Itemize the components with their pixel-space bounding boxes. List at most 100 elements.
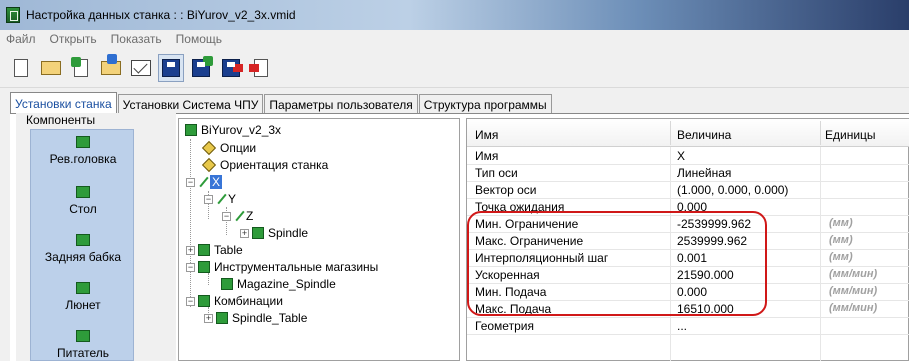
title-bar: Настройка данных станка : : BiYurov_v2_3… <box>0 0 909 30</box>
save-as-button[interactable] <box>218 54 244 82</box>
tab-program-structure[interactable]: Структура программы <box>418 94 552 114</box>
property-value[interactable]: Линейная <box>677 166 731 180</box>
download-button[interactable] <box>98 53 124 82</box>
component-label: Питатель <box>57 346 109 360</box>
component-steady-rest[interactable]: Люнет <box>31 282 135 312</box>
property-value[interactable]: X <box>677 149 685 163</box>
property-unit: (мм) <box>829 217 853 229</box>
menu-file[interactable]: Файл <box>6 32 36 46</box>
component-feeder[interactable]: Питатель <box>31 330 135 360</box>
tree-node-root[interactable]: BiYurov_v2_3x <box>185 123 281 137</box>
table-row[interactable]: Макс. Подача 16510.000 (мм/мин) <box>467 301 909 318</box>
property-value[interactable]: 0.000 <box>677 285 707 299</box>
table-row[interactable]: Ускоренная 21590.000 (мм/мин) <box>467 267 909 284</box>
property-value[interactable]: ... <box>677 319 687 333</box>
tree-node-spindle[interactable]: + Spindle <box>240 226 308 240</box>
mail-icon <box>131 59 151 76</box>
tree-node-x[interactable]: − X <box>186 175 223 189</box>
property-unit: (мм/мин) <box>829 302 878 314</box>
property-value[interactable]: -2539999.962 <box>677 217 751 231</box>
expand-icon[interactable]: + <box>240 228 249 238</box>
property-name: Макс. Ограничение <box>475 234 584 248</box>
component-label: Задняя бабка <box>44 250 122 264</box>
tree-node-magazine-spindle[interactable]: Magazine_Spindle <box>221 277 336 291</box>
tree-node-combinations[interactable]: − Комбинации <box>186 294 283 308</box>
magazine-icon <box>221 278 233 290</box>
tree-node-spindle-table[interactable]: + Spindle_Table <box>204 311 307 325</box>
property-name: Ускоренная <box>475 268 540 282</box>
table-row[interactable]: Мин. Ограничение -2539999.962 (мм) <box>467 216 909 233</box>
property-name: Точка ожидания <box>475 200 565 214</box>
table-row[interactable]: Вектор оси (1.000, 0.000, 0.000) <box>467 182 909 199</box>
import-button[interactable] <box>68 54 94 82</box>
open-folder-icon <box>41 60 61 75</box>
tree-label: Z <box>246 209 254 223</box>
tree-label: Table <box>214 243 243 257</box>
menu-view[interactable]: Показать <box>111 32 162 46</box>
window-title: Настройка данных станка : : BiYurov_v2_3… <box>26 8 296 22</box>
steady-rest-icon <box>76 282 90 294</box>
expand-icon[interactable]: + <box>204 313 213 323</box>
tree-node-tool-magazines[interactable]: − Инструментальные магазины <box>186 260 378 274</box>
save-add-icon <box>192 55 213 77</box>
table-row[interactable]: Макс. Ограничение 2539999.962 (мм) <box>467 233 909 250</box>
table-row[interactable]: Мин. Подача 0.000 (мм/мин) <box>467 284 909 301</box>
collapse-icon[interactable]: − <box>186 262 195 272</box>
tab-machine-settings[interactable]: Установки станка <box>10 92 117 114</box>
tree-node-orientation[interactable]: Ориентация станка <box>201 157 329 173</box>
component-table[interactable]: Стол <box>31 186 135 216</box>
property-value[interactable]: 21590.000 <box>677 268 734 282</box>
tree-node-table[interactable]: + Table <box>186 243 243 257</box>
tab-cnc-settings[interactable]: Установки Система ЧПУ <box>117 94 264 114</box>
column-header-value[interactable]: Величина <box>677 128 731 142</box>
property-unit: (мм/мин) <box>829 285 878 297</box>
app-icon <box>6 7 20 23</box>
open-button[interactable] <box>38 54 64 82</box>
new-file-button[interactable] <box>8 54 34 82</box>
collapse-icon[interactable]: − <box>222 211 231 221</box>
linear-axis-icon <box>234 210 246 222</box>
property-name: Имя <box>475 149 499 163</box>
property-unit: (мм/мин) <box>829 268 878 280</box>
collapse-icon[interactable]: − <box>186 296 195 306</box>
tree-label: Комбинации <box>214 294 283 308</box>
column-header-name[interactable]: Имя <box>475 128 498 142</box>
component-label: Стол <box>69 202 97 216</box>
import-icon <box>71 56 88 77</box>
table-row[interactable]: Точка ожидания 0.000 <box>467 199 909 216</box>
collapse-icon[interactable]: − <box>204 194 213 204</box>
property-value[interactable]: 0.001 <box>677 251 707 265</box>
tree-label: Magazine_Spindle <box>237 277 336 291</box>
column-header-units[interactable]: Единицы <box>825 128 876 142</box>
menu-open[interactable]: Открыть <box>50 32 97 46</box>
table-row[interactable]: Тип оси Линейная <box>467 165 909 182</box>
save-icon <box>162 58 180 77</box>
save-button[interactable] <box>158 53 184 82</box>
component-turret[interactable]: Рев.головка <box>31 136 135 166</box>
tree-label: Ориентация станка <box>220 158 329 172</box>
table-row[interactable]: Интерполяционный шаг 0.001 (мм) <box>467 250 909 267</box>
property-value[interactable]: 2539999.962 <box>677 234 747 248</box>
tree-node-options[interactable]: Опции <box>201 140 256 156</box>
tree-node-z[interactable]: − Z <box>222 209 253 223</box>
menu-help[interactable]: Помощь <box>176 32 222 46</box>
table-row[interactable]: Имя X <box>467 148 909 165</box>
new-file-icon <box>14 58 28 77</box>
tab-user-parameters[interactable]: Параметры пользователя <box>264 94 418 114</box>
mail-button[interactable] <box>128 54 154 82</box>
tree-node-y[interactable]: − Y <box>204 192 236 206</box>
expand-icon[interactable]: + <box>186 245 195 255</box>
magazine-icon <box>198 261 210 273</box>
property-value[interactable]: 16510.000 <box>677 302 734 316</box>
component-tailstock[interactable]: Задняя бабка <box>31 234 135 264</box>
tab-strip: Установки станка Установки Система ЧПУ П… <box>10 92 553 114</box>
exit-button[interactable] <box>248 54 274 82</box>
tree-label: Инструментальные магазины <box>214 260 379 274</box>
property-name: Мин. Ограничение <box>475 217 579 231</box>
property-value[interactable]: (1.000, 0.000, 0.000) <box>677 183 788 197</box>
table-row[interactable]: Геометрия... <box>467 318 909 335</box>
table-icon <box>198 244 210 256</box>
save-add-button[interactable] <box>188 54 214 82</box>
collapse-icon[interactable]: − <box>186 177 195 187</box>
property-value[interactable]: 0.000 <box>677 200 707 214</box>
